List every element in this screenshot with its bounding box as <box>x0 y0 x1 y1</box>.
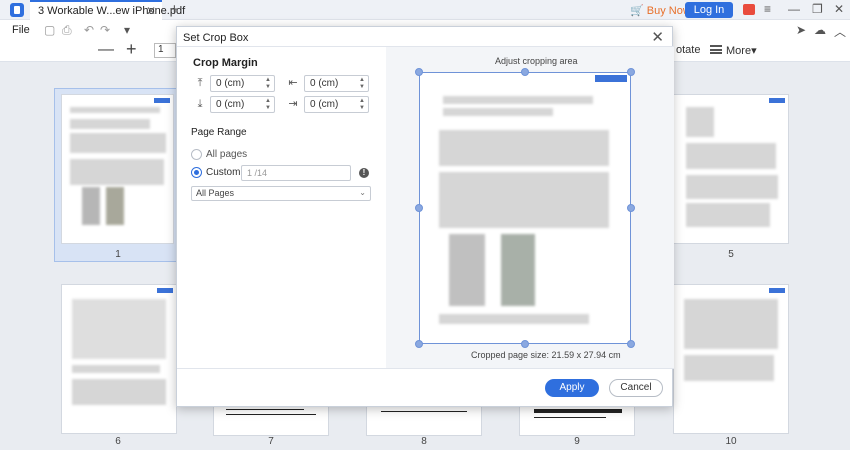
save-icon[interactable]: ▢ <box>44 23 55 37</box>
document-tab-title: 3 Workable W...ew iPhone.pdf <box>38 5 186 17</box>
info-icon[interactable]: ! <box>359 168 369 178</box>
decrement-icon[interactable]: ▼ <box>359 84 365 90</box>
collapse-icon[interactable]: ︿ <box>834 23 846 40</box>
thumbnail-label: 6 <box>115 436 121 447</box>
margin-top-value: 0 (cm) <box>216 78 245 89</box>
thumbnail-label: 7 <box>268 436 274 447</box>
zoom-in-button[interactable]: + <box>126 39 137 60</box>
more-label: More <box>726 45 752 57</box>
thumbnail-page-1[interactable] <box>61 94 174 244</box>
new-tab-icon[interactable]: + <box>170 1 179 18</box>
increment-icon[interactable]: ▲ <box>359 98 365 104</box>
page-range-title: Page Range <box>191 127 247 138</box>
crop-handle-bottom[interactable] <box>521 340 529 348</box>
margin-right-icon: ⇥ <box>288 98 298 110</box>
page-subset-value: All Pages <box>196 188 235 198</box>
margin-bottom-icon: ⤓ <box>197 98 203 110</box>
thumbnail-label: 10 <box>725 436 737 447</box>
cropped-size-label: Cropped page size: 21.59 x 27.94 cm <box>471 350 621 360</box>
margin-left-input[interactable]: 0 (cm) ▲ ▼ <box>304 75 369 92</box>
dialog-close-icon[interactable]: ✕ <box>651 28 664 46</box>
custom-label[interactable]: Custom <box>206 167 240 178</box>
maximize-icon[interactable]: ❐ <box>812 2 823 16</box>
menu-icon[interactable]: ≡ <box>764 2 771 16</box>
redo-icon[interactable]: ↷ <box>100 23 110 37</box>
decrement-icon[interactable]: ▼ <box>359 105 365 111</box>
margin-right-input[interactable]: 0 (cm) ▲ ▼ <box>304 96 369 113</box>
crop-handle-top-right[interactable] <box>627 68 635 76</box>
app-logo-icon <box>10 3 24 17</box>
page-badge-icon <box>769 288 785 293</box>
apply-button[interactable]: Apply <box>545 379 599 397</box>
document-tab[interactable]: 3 Workable W...ew iPhone.pdf ✕ <box>30 0 185 20</box>
crop-handle-top-left[interactable] <box>415 68 423 76</box>
decrement-icon[interactable]: ▼ <box>265 105 271 111</box>
page-badge-icon <box>154 98 170 103</box>
thumbnail-page-6[interactable] <box>61 284 177 434</box>
dialog-title: Set Crop Box <box>183 32 249 44</box>
footer-divider <box>177 368 674 369</box>
page-badge-icon <box>769 98 785 103</box>
custom-radio[interactable] <box>191 167 202 178</box>
increment-icon[interactable]: ▲ <box>265 98 271 104</box>
cancel-button[interactable]: Cancel <box>609 379 663 397</box>
quick-access-icon[interactable]: ▾ <box>124 23 130 37</box>
more-icon[interactable] <box>710 45 722 54</box>
crop-handle-right[interactable] <box>627 204 635 212</box>
chevron-down-icon: ⌄ <box>359 188 366 197</box>
minimize-icon[interactable]: — <box>788 2 800 16</box>
increment-icon[interactable]: ▲ <box>359 77 365 83</box>
cloud-upload-icon[interactable]: ☁ <box>814 23 826 37</box>
page-number-input[interactable]: 1 <box>154 43 176 58</box>
custom-pages-input[interactable]: 1 /14 <box>241 165 351 181</box>
rotate-button[interactable]: otate <box>676 44 700 56</box>
print-icon[interactable]: ⎙ <box>62 23 72 38</box>
set-crop-box-dialog: Set Crop Box ✕ Crop Margin ⤒ 0 (cm) ▲ ▼ … <box>176 26 674 407</box>
buy-now-link[interactable]: 🛒 Buy Now <box>630 4 691 17</box>
undo-icon[interactable]: ↶ <box>84 23 94 37</box>
all-pages-radio[interactable] <box>191 149 202 160</box>
crop-margin-title: Crop Margin <box>193 57 258 69</box>
login-button[interactable]: Log In <box>685 2 733 18</box>
thumbnail-label: 5 <box>728 249 734 260</box>
decrement-icon[interactable]: ▼ <box>265 84 271 90</box>
thumbnail-label: 8 <box>421 436 427 447</box>
crop-area-frame[interactable] <box>419 72 631 344</box>
crop-handle-bottom-right[interactable] <box>627 340 635 348</box>
close-window-icon[interactable]: ✕ <box>834 2 844 16</box>
thumbnail-label: 1 <box>115 249 121 260</box>
crop-handle-top[interactable] <box>521 68 529 76</box>
margin-bottom-value: 0 (cm) <box>216 99 245 110</box>
page-badge-icon <box>157 288 173 293</box>
all-pages-label[interactable]: All pages <box>206 149 247 160</box>
tab-close-icon[interactable]: ✕ <box>146 4 156 18</box>
send-icon[interactable]: ➤ <box>796 23 806 37</box>
thumbnail-page-5[interactable] <box>673 94 789 244</box>
margin-left-icon: ⇤ <box>288 77 298 89</box>
thumbnail-label: 9 <box>574 436 580 447</box>
zoom-out-button[interactable]: — <box>98 41 114 59</box>
margin-left-value: 0 (cm) <box>310 78 339 89</box>
margin-top-input[interactable]: 0 (cm) ▲ ▼ <box>210 75 275 92</box>
title-bar: 3 Workable W...ew iPhone.pdf ✕ + 🛒 Buy N… <box>0 0 850 20</box>
crop-handle-bottom-left[interactable] <box>415 340 423 348</box>
more-button[interactable]: More▾ <box>726 44 757 57</box>
adjust-cropping-label: Adjust cropping area <box>495 56 578 66</box>
crop-handle-left[interactable] <box>415 204 423 212</box>
margin-top-icon: ⤒ <box>197 77 203 89</box>
margin-bottom-input[interactable]: 0 (cm) ▲ ▼ <box>210 96 275 113</box>
notification-icon[interactable] <box>743 4 755 15</box>
thumbnail-page-10[interactable] <box>673 284 789 434</box>
page-subset-select[interactable]: All Pages ⌄ <box>191 186 371 201</box>
increment-icon[interactable]: ▲ <box>265 77 271 83</box>
menu-file[interactable]: File <box>12 24 30 36</box>
margin-right-value: 0 (cm) <box>310 99 339 110</box>
